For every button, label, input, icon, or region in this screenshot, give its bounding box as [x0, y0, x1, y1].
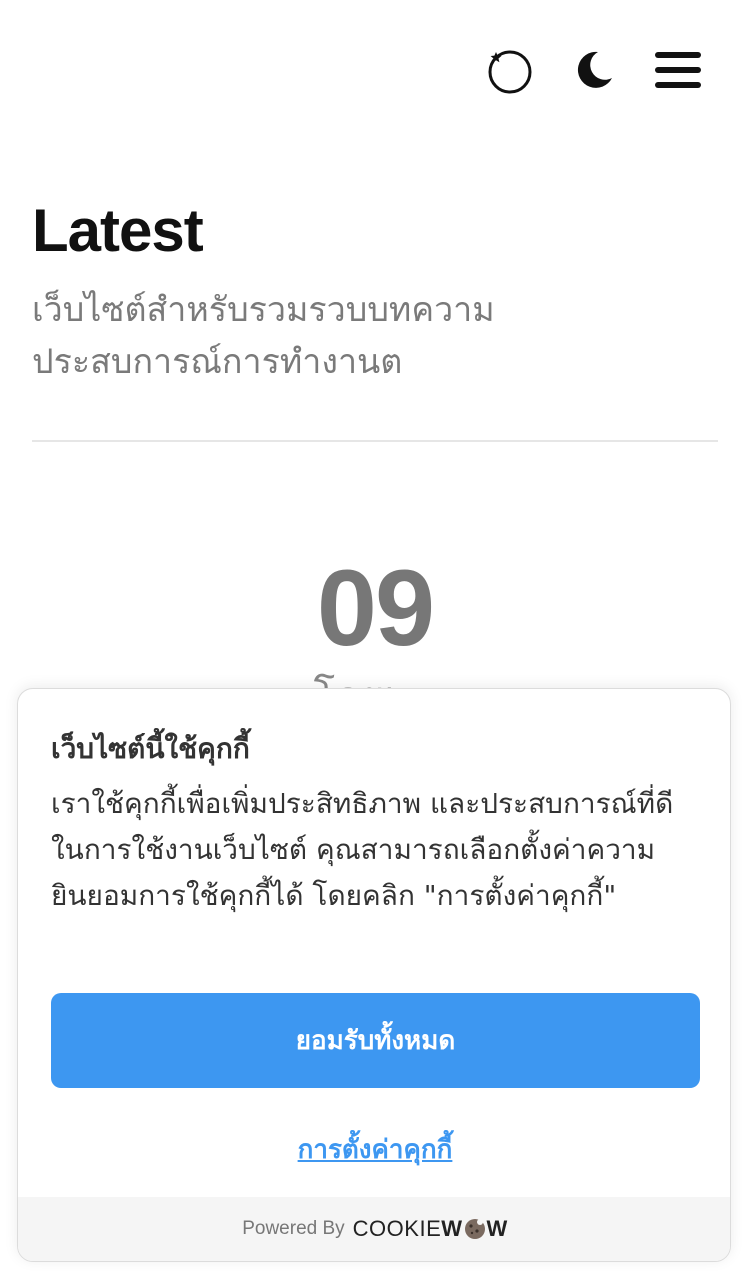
cookie-settings-link[interactable]: การตั้งค่าคุกกี้	[18, 1129, 730, 1170]
cookiewow-logo[interactable]: COOKIE W W	[353, 1216, 508, 1242]
moon-icon[interactable]	[570, 46, 618, 94]
header-actions	[486, 46, 702, 94]
page: Latest เว็บไซต์สำหรับรวมรวบบทความประสบกา…	[0, 0, 750, 1280]
page-title: Latest	[32, 197, 204, 264]
brand-bold-w1: W	[441, 1216, 463, 1241]
cookie-icon	[464, 1219, 485, 1239]
brand-bold-w2: W	[486, 1216, 508, 1241]
divider	[32, 440, 718, 442]
cookie-consent-banner: เว็บไซต์นี้ใช้คุกกี้ เราใช้คุกกี้เพื่อเพ…	[17, 688, 731, 1262]
brand-bold-text: W W	[441, 1216, 508, 1242]
cookie-banner-title: เว็บไซต์นี้ใช้คุกกี้	[51, 732, 250, 765]
accept-all-button[interactable]: ยอมรับทั้งหมด	[51, 993, 700, 1088]
page-subtitle: เว็บไซต์สำหรับรวมรวบบทความประสบการณ์การท…	[32, 290, 495, 382]
post-date-day: 09	[316, 547, 435, 668]
loading-spinner-icon[interactable]	[486, 46, 534, 94]
powered-by-label: Powered By	[242, 1218, 345, 1239]
brand-light-text: COOKIE	[352, 1216, 442, 1241]
powered-by-bar: Powered By COOKIE W W	[18, 1197, 730, 1261]
cookie-banner-message: เราใช้คุกกี้เพื่อเพิ่มประสิทธิภาพ และประ…	[51, 787, 674, 912]
menu-icon[interactable]	[654, 46, 702, 94]
